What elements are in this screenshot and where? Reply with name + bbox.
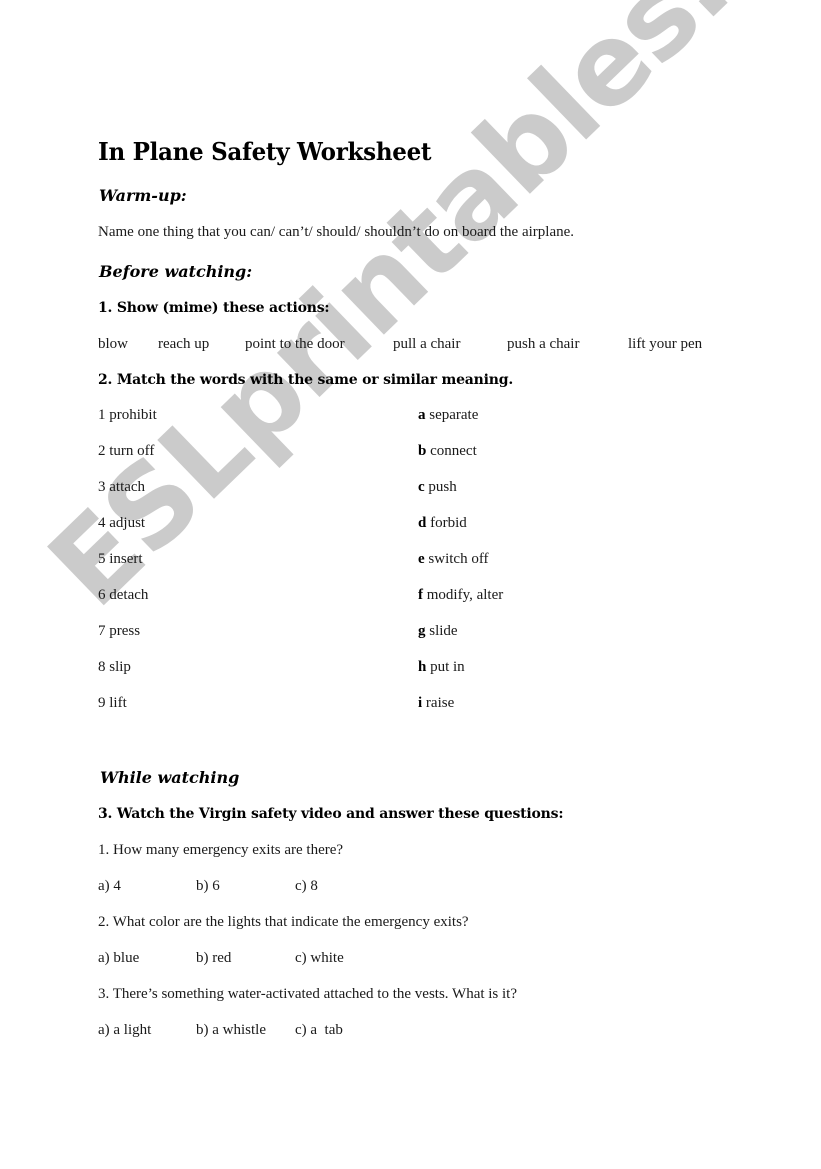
match-definition: e switch off	[418, 551, 489, 568]
match-letter: d	[418, 515, 427, 531]
match-term: 2 turn off	[98, 443, 155, 459]
match-letter: g	[418, 623, 426, 639]
match-definition: h put in	[418, 659, 465, 676]
match-definition: a separate	[418, 407, 478, 424]
match-term: 1 prohibit	[98, 407, 157, 423]
match-definition-text: modify, alter	[426, 587, 504, 603]
action-item: reach up	[158, 336, 210, 352]
match-term: 4 adjust	[98, 515, 146, 531]
match-definition: c push	[418, 479, 457, 496]
match-term: 6 detach	[98, 587, 149, 603]
answer-option: c) white	[295, 950, 344, 966]
match-letter: i	[418, 695, 423, 711]
match-letter: e	[418, 551, 425, 567]
page-title: In Plane Safety Worksheet	[98, 138, 432, 167]
match-letter: a	[418, 407, 426, 423]
match-term: 5 insert	[98, 551, 143, 567]
answer-option: c) 8	[295, 878, 318, 894]
match-definition-text: connect	[430, 443, 477, 459]
match-term: 3 attach	[98, 479, 146, 495]
question-text: 3. There’s something water-activated att…	[98, 986, 518, 1002]
answer-option: a) blue	[98, 950, 140, 966]
answer-option: b) a whistle	[196, 1022, 266, 1038]
match-term: 9 lift	[98, 695, 127, 711]
match-definition-text: separate	[429, 407, 479, 423]
action-item: lift your pen	[628, 336, 703, 352]
worksheet-page: ESLprintables.com In Plane Safety Worksh…	[0, 0, 821, 1169]
match-definition-text: put in	[430, 659, 465, 675]
warmup-heading: Warm-up:	[99, 186, 187, 205]
match-definition: i raise	[418, 695, 454, 712]
match-definition-text: switch off	[428, 551, 489, 567]
answer-option: c) a tab	[295, 1022, 343, 1038]
question-text: 2. What color are the lights that indica…	[98, 914, 469, 930]
match-definition: d forbid	[418, 515, 467, 532]
question-text: 1. How many emergency exits are there?	[98, 842, 344, 858]
before-watching-heading: Before watching:	[99, 262, 253, 281]
match-term: 8 slip	[98, 659, 131, 675]
match-definition-text: push	[428, 479, 457, 495]
exercise3-instruction: 3. Watch the Virgin safety video and ans…	[98, 806, 564, 822]
match-definition-text: raise	[425, 695, 455, 711]
match-letter: f	[418, 587, 423, 603]
match-letter: b	[418, 443, 427, 459]
match-letter: h	[418, 659, 427, 675]
answer-option: a) a light	[98, 1022, 152, 1038]
action-item: blow	[98, 336, 128, 352]
action-item: pull a chair	[393, 336, 461, 352]
match-definition-text: forbid	[430, 515, 467, 531]
while-watching-heading: While watching	[100, 768, 240, 787]
warmup-text: Name one thing that you can/ can’t/ shou…	[98, 224, 575, 240]
match-definition: b connect	[418, 443, 477, 460]
match-definition: f modify, alter	[418, 587, 503, 604]
match-definition-text: slide	[429, 623, 458, 639]
answer-option: b) red	[196, 950, 232, 966]
answer-option: b) 6	[196, 878, 220, 894]
action-item: point to the door	[245, 336, 345, 352]
match-definition: g slide	[418, 623, 458, 640]
exercise2-instruction: 2. Match the words with the same or simi…	[98, 372, 513, 388]
match-term: 7 press	[98, 623, 141, 639]
match-letter: c	[418, 479, 425, 495]
answer-option: a) 4	[98, 878, 121, 894]
exercise1-instruction: 1. Show (mime) these actions:	[98, 300, 330, 316]
action-item: push a chair	[507, 336, 580, 352]
